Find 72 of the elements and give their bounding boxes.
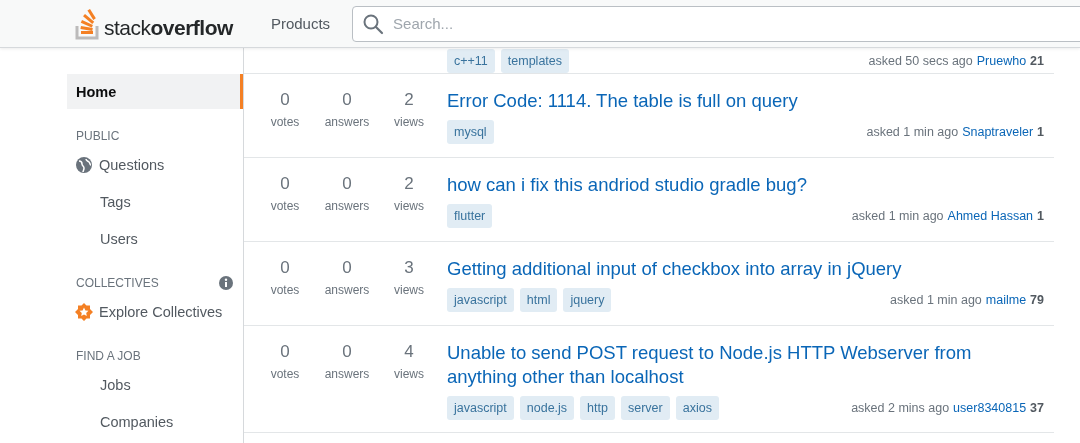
asked-time: asked 2 mins ago bbox=[851, 401, 950, 415]
view-count: 3 bbox=[404, 258, 414, 278]
tag[interactable]: templates bbox=[500, 49, 570, 73]
site-logo[interactable]: stackoverflow bbox=[75, 7, 233, 40]
logo-icon bbox=[75, 7, 101, 40]
globe-icon bbox=[75, 155, 93, 174]
tag[interactable]: mysql bbox=[447, 120, 494, 144]
sidebar-item[interactable]: Explore Collectives bbox=[67, 294, 243, 329]
reputation: 37 bbox=[1030, 401, 1044, 415]
user-link[interactable]: user8340815 bbox=[953, 401, 1027, 415]
vote-count: 0 bbox=[280, 258, 290, 278]
sidebar-item[interactable]: Home bbox=[67, 74, 243, 109]
tag[interactable]: http bbox=[580, 396, 615, 420]
answer-label: answers bbox=[324, 367, 370, 381]
nav-link[interactable]: Products bbox=[260, 9, 341, 38]
question-title[interactable]: Getting additional input of checkbox into array in jQuery bbox=[447, 257, 1044, 281]
question-title[interactable]: Error Code: 1114. The table is full on query bbox=[447, 89, 1044, 113]
answer-count: 0 bbox=[342, 258, 352, 278]
reputation: 1 bbox=[1037, 209, 1044, 223]
sidebar-item[interactable]: Jobs bbox=[67, 367, 243, 402]
vote-count: 0 bbox=[280, 342, 290, 362]
view-count: 2 bbox=[404, 174, 414, 194]
vote-count: 0 bbox=[280, 90, 290, 110]
view-count: 4 bbox=[404, 342, 414, 362]
asked-time: asked 1 min ago bbox=[866, 125, 959, 139]
sidebar-item[interactable]: Users bbox=[67, 221, 243, 256]
sidebar-item[interactable]: Tags bbox=[67, 184, 243, 219]
question-title[interactable]: how can i fix this andriod studio gradle bug? bbox=[447, 173, 1044, 197]
section-heading: FIND A JOB bbox=[76, 349, 141, 363]
answer-count: 0 bbox=[342, 342, 352, 362]
info-icon[interactable] bbox=[219, 276, 233, 290]
vote-label: votes bbox=[270, 283, 300, 297]
tag[interactable]: html bbox=[519, 288, 558, 312]
tag[interactable]: axios bbox=[675, 396, 719, 420]
reputation: 1 bbox=[1037, 125, 1044, 139]
tag[interactable]: javascript bbox=[447, 396, 514, 420]
asked-time: asked 50 secs ago bbox=[868, 54, 973, 68]
user-link[interactable]: Ahmed Hassan bbox=[947, 209, 1034, 223]
section-heading: PUBLIC bbox=[76, 129, 120, 143]
vote-count: 0 bbox=[280, 174, 290, 194]
answer-count: 0 bbox=[342, 174, 352, 194]
answer-label: answers bbox=[324, 283, 370, 297]
answer-label: answers bbox=[324, 199, 370, 213]
reputation: 21 bbox=[1030, 54, 1044, 68]
vote-label: votes bbox=[270, 115, 300, 129]
tag[interactable]: server bbox=[620, 396, 670, 420]
view-label: views bbox=[394, 367, 424, 381]
view-count: 2 bbox=[404, 90, 414, 110]
user-link[interactable]: Pruewho bbox=[976, 54, 1027, 68]
answer-count: 0 bbox=[342, 90, 352, 110]
tag[interactable]: node.js bbox=[519, 396, 575, 420]
view-label: views bbox=[394, 283, 424, 297]
reputation: 79 bbox=[1030, 293, 1044, 307]
view-label: views bbox=[394, 199, 424, 213]
vote-label: votes bbox=[270, 367, 300, 381]
tag[interactable]: jquery bbox=[563, 288, 612, 312]
question-title[interactable]: Unable to send POST request to Node.js HTTP Webserver from anything other than localhost bbox=[447, 341, 1044, 389]
tag[interactable]: flutter bbox=[447, 204, 493, 228]
asked-time: asked 1 min ago bbox=[890, 293, 982, 307]
asked-time: asked 1 min ago bbox=[851, 209, 944, 223]
user-link[interactable]: Snaptraveler bbox=[962, 125, 1034, 139]
sidebar-item[interactable]: Questions bbox=[67, 147, 243, 182]
section-heading: COLLECTIVES bbox=[76, 276, 159, 290]
star-badge-icon bbox=[75, 302, 93, 321]
tag[interactable]: c++11 bbox=[447, 49, 495, 73]
tag[interactable]: javascript bbox=[447, 288, 514, 312]
user-link[interactable]: mailme bbox=[985, 293, 1027, 307]
view-label: views bbox=[394, 115, 424, 129]
search-field[interactable]: Search... bbox=[352, 5, 1080, 42]
answer-label: answers bbox=[324, 115, 370, 129]
sidebar-item[interactable]: Companies bbox=[67, 404, 243, 439]
vote-label: votes bbox=[270, 199, 300, 213]
